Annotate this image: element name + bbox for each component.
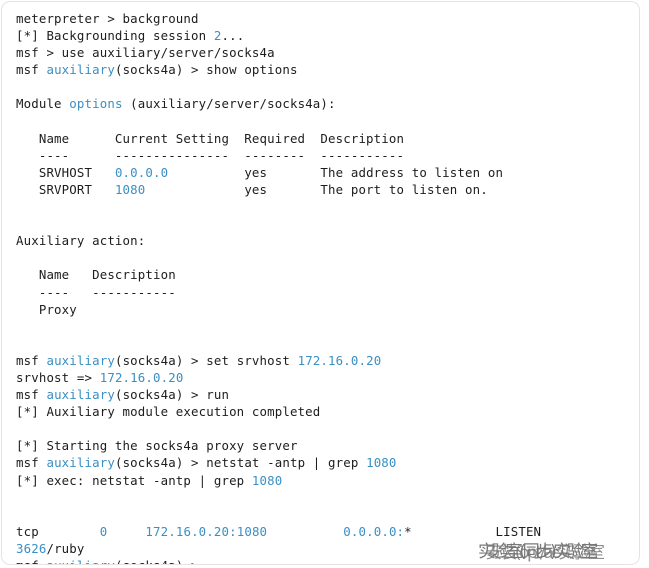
terminal-line: srvhost => 172.16.0.20 — [2, 369, 639, 386]
terminal-line-segment: 1080 — [114, 181, 146, 197]
terminal-line: SRVPORT 1080 yes The port to listen on. — [2, 181, 639, 198]
terminal-line-segment: 3626 — [16, 540, 47, 556]
terminal-line-segment: meterpreter > background — [16, 11, 199, 26]
terminal-line: Auxiliary action: — [2, 232, 639, 249]
terminal-line-segment: (auxiliary/server/socks4a): — [122, 96, 336, 112]
terminal-line-segment: ---- --------------- -------- ----------… — [16, 147, 405, 163]
terminal-window: meterpreter > background [*] Backgroundin… — [1, 1, 640, 565]
terminal-line: Name Current Setting Required Descriptio… — [2, 130, 639, 147]
terminal-line-segment: Module — [16, 96, 70, 112]
terminal-line-segment: msf — [16, 62, 47, 78]
terminal-line-segment: srvhost => — [16, 369, 100, 385]
terminal-line-segment: auxiliary — [46, 558, 115, 564]
terminal-line-segment: SRVHOST — [16, 164, 115, 180]
terminal-line-segment: (socks4a) > netstat -antp | grep — [114, 455, 367, 471]
terminal-line-segment: (socks4a) > — [115, 558, 206, 564]
terminal-line: msf > use auxiliary/server/socks4a — [2, 44, 639, 61]
terminal-line-segment: auxiliary — [46, 62, 115, 78]
terminal-line: meterpreter > background — [2, 10, 639, 27]
terminal-line: [*] Backgrounding session 2... — [2, 27, 639, 44]
watermark-text-secondary: 安装(opt/ac实验室 — [485, 543, 605, 563]
terminal-line: Proxy — [2, 301, 639, 318]
terminal-line-segment: * — [404, 523, 412, 539]
terminal-line-segment: [*] Starting the socks4a proxy server — [16, 438, 298, 454]
terminal-line-segment: auxiliary — [46, 352, 115, 368]
terminal-line: msf auxiliary(socks4a) > set srvhost 172… — [2, 352, 639, 369]
terminal-line: ---- --------------- -------- ----------… — [2, 147, 639, 164]
terminal-line-segment: Proxy — [16, 301, 77, 317]
terminal-line: tcp 0 172.16.0.20:1080 0.0.0.0:* LISTEN — [2, 523, 639, 540]
terminal-line: Module options (auxiliary/server/socks4a… — [2, 95, 639, 112]
terminal-line: [*] Auxiliary module execution completed — [2, 403, 639, 420]
terminal-line-segment: 172.16.0.20 — [99, 369, 184, 385]
terminal-line-segment: msf > use auxiliary/server/socks4a — [16, 45, 275, 61]
terminal-line: msf auxiliary(socks4a) > show options — [2, 61, 639, 78]
terminal-line-segment — [107, 524, 145, 539]
terminal-line-segment: Auxiliary action: — [16, 233, 146, 249]
terminal-line-segment: options — [69, 96, 123, 112]
terminal-line-segment: /ruby — [46, 540, 85, 556]
terminal-line-segment: msf — [16, 387, 47, 403]
terminal-line-segment: ... — [221, 28, 245, 44]
terminal-line-segment: 172.16.0.20 — [297, 352, 382, 368]
terminal-line-segment: msf — [16, 558, 46, 564]
terminal-line: msf auxiliary(socks4a) > run — [2, 386, 639, 403]
terminal-line-segment: auxiliary — [46, 387, 115, 403]
terminal-line: ---- ----------- — [2, 284, 639, 301]
terminal-line: msf auxiliary(socks4a) > netstat -antp |… — [2, 454, 639, 471]
terminal-line-segment: SRVPORT — [16, 181, 115, 197]
terminal-line-segment: yes The address to listen on — [168, 164, 504, 180]
terminal-line-segment: (socks4a) > run — [114, 387, 230, 403]
terminal-line: Name Description — [2, 266, 639, 283]
terminal-line-segment: [*] exec: netstat -antp | grep — [16, 472, 252, 488]
terminal-line-segment: msf — [16, 455, 47, 471]
terminal-line-segment: auxiliary — [46, 455, 115, 471]
terminal-line-segment: 0.0.0.0: — [343, 523, 405, 539]
terminal-line: [*] exec: netstat -antp | grep 1080 — [2, 472, 639, 489]
terminal-line-segment: Name Current Setting Required Descriptio… — [16, 130, 405, 146]
terminal-line-segment: (socks4a) > show options — [114, 62, 298, 78]
terminal-line: SRVHOST 0.0.0.0 yes The address to liste… — [2, 164, 639, 181]
terminal-line-segment — [267, 524, 343, 539]
terminal-line-segment: LISTEN — [411, 523, 542, 539]
terminal-line-segment: Name Description — [16, 267, 176, 283]
terminal-line-segment: 172.16.0.20:1080 — [145, 523, 268, 539]
terminal-line: [*] Starting the socks4a proxy server — [2, 437, 639, 454]
terminal-line-segment: ---- ----------- — [16, 284, 176, 300]
terminal-console-output[interactable]: meterpreter > background [*] Backgroundin… — [2, 2, 639, 564]
terminal-line-segment: [*] Auxiliary module execution completed — [16, 404, 321, 420]
terminal-line-segment: 0.0.0.0 — [114, 164, 169, 180]
terminal-line-segment: (socks4a) > set srvhost — [114, 352, 298, 368]
terminal-line-segment: 1080 — [366, 455, 397, 471]
terminal-line-segment: yes The port to listen on. — [145, 181, 488, 197]
watermark: 实验室(同步)实验室 安装(opt/ac实验室 — [478, 539, 639, 564]
terminal-line-segment: tcp — [16, 523, 100, 539]
terminal-line-segment: [*] Backgrounding session — [16, 28, 214, 44]
terminal-line-segment: msf — [16, 352, 47, 368]
terminal-line-segment: 1080 — [251, 472, 283, 488]
